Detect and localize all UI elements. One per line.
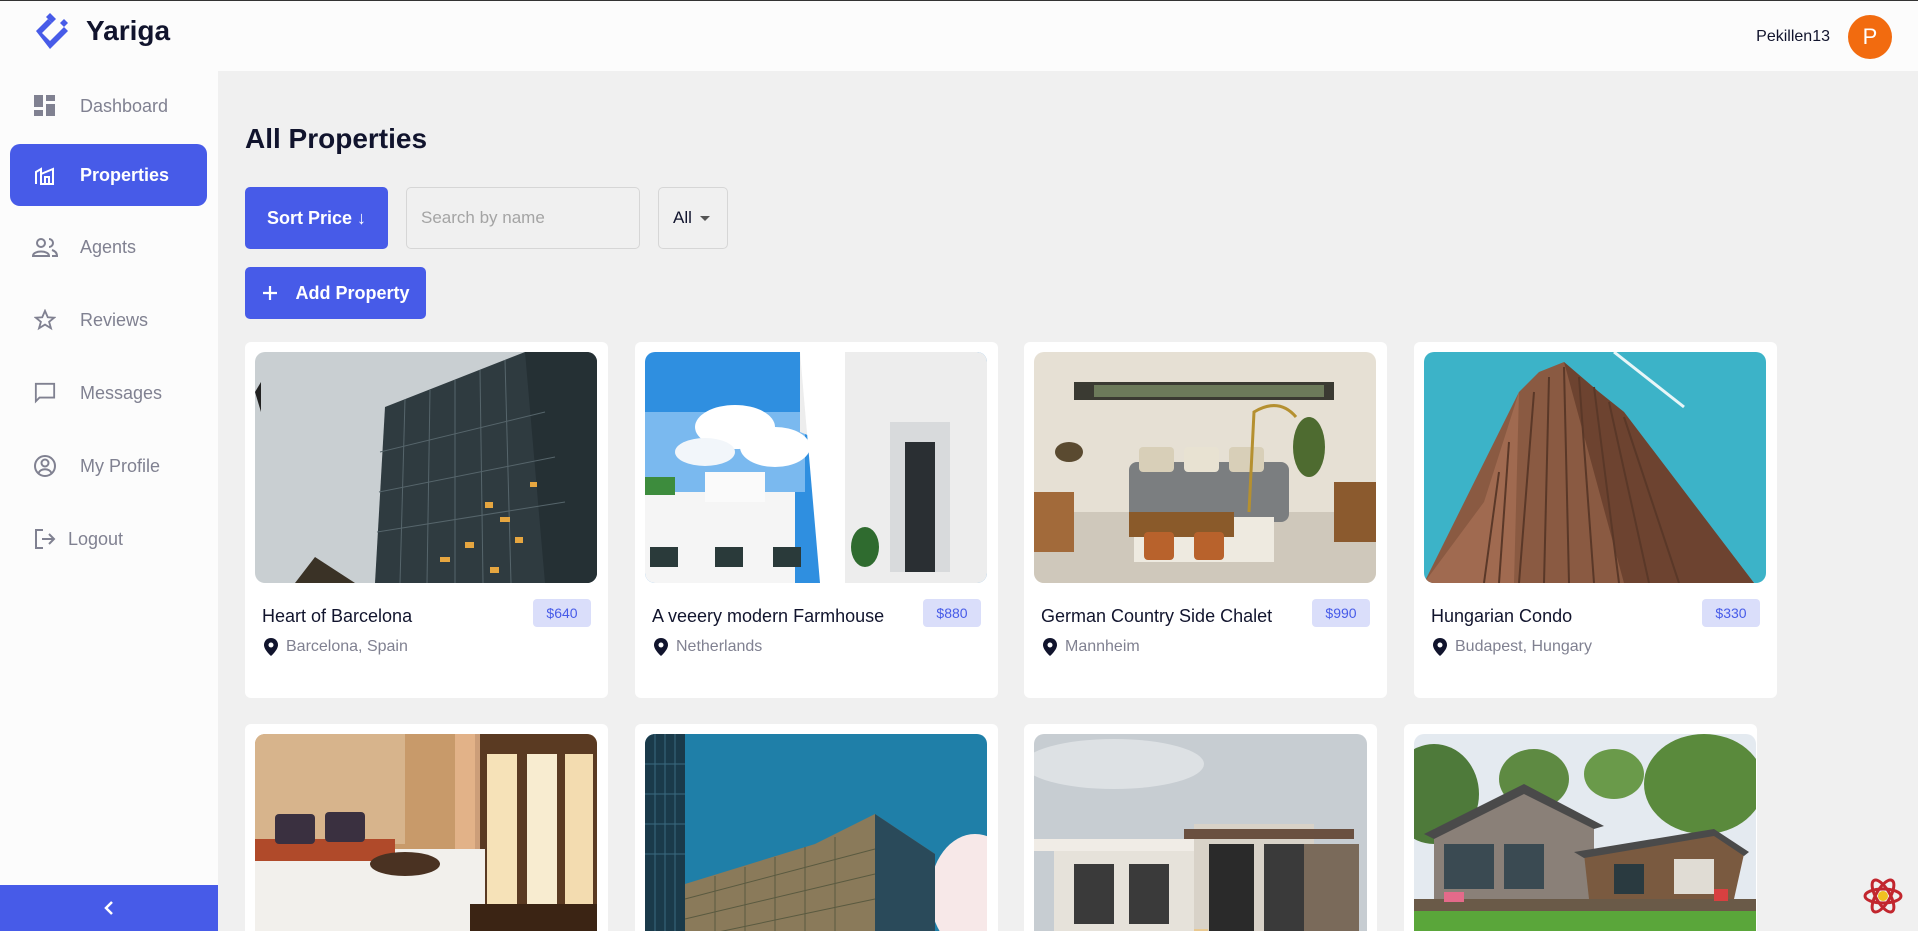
- react-devtools-icon[interactable]: [1861, 874, 1905, 918]
- location-pin-icon: [1433, 638, 1447, 656]
- location-pin-icon: [654, 638, 668, 656]
- brown-tower-photo: [1424, 352, 1766, 583]
- caret-down-icon: [699, 215, 710, 221]
- logout-icon: [32, 526, 58, 552]
- logo[interactable]: Yariga: [30, 11, 170, 51]
- dashboard-icon: [32, 93, 58, 119]
- sidebar-item-properties[interactable]: Properties: [10, 144, 207, 206]
- glass-skyscraper-photo: [255, 352, 597, 583]
- location-pin-icon: [1043, 638, 1057, 656]
- property-title: Hungarian Condo: [1431, 606, 1573, 626]
- sidebar-collapse-button[interactable]: [0, 885, 218, 931]
- property-card[interactable]: German Country Side Chalet $990 Mannheim: [1024, 342, 1387, 698]
- account-circle-icon: [32, 453, 58, 479]
- location-text: Mannheim: [1065, 638, 1140, 655]
- sidebar-item-label: Agents: [80, 236, 137, 257]
- living-room-interior-photo: [1034, 352, 1376, 583]
- add-property-button[interactable]: Add Property: [245, 267, 426, 319]
- property-title: Heart of Barcelona: [262, 606, 413, 626]
- office-tower-sky-photo: [645, 734, 987, 931]
- location-text: Barcelona, Spain: [286, 638, 408, 655]
- property-location: Netherlands: [654, 638, 762, 656]
- top-header: Yariga Pekillen13 P: [0, 0, 1918, 71]
- main-content: All Properties Sort Price ↓ All Add Prop…: [218, 71, 1918, 931]
- sidebar-item-messages[interactable]: Messages: [10, 362, 207, 424]
- sidebar-item-logout[interactable]: Logout: [10, 508, 207, 570]
- page-title: All Properties: [245, 123, 428, 154]
- location-text: Netherlands: [676, 638, 763, 655]
- sidebar-item-reviews[interactable]: Reviews: [10, 289, 207, 351]
- people-icon: [32, 234, 58, 260]
- chat-icon: [32, 380, 58, 406]
- wooden-house-garden-photo: [1414, 734, 1756, 931]
- property-card[interactable]: A veeery modern Farmhouse $880 Netherlan…: [635, 342, 998, 698]
- property-card[interactable]: Heart of Barcelona $640 Barcelona, Spain: [245, 342, 608, 698]
- search-input[interactable]: [406, 187, 640, 249]
- price-badge: $640: [533, 599, 591, 627]
- property-location: Barcelona, Spain: [264, 638, 408, 656]
- add-property-label: Add Property: [295, 282, 410, 303]
- user-name: Pekillen13: [1756, 28, 1830, 45]
- property-type-select[interactable]: All: [658, 187, 728, 249]
- price-badge: $880: [923, 599, 981, 627]
- sidebar: Dashboard Properties Agents Reviews Mess…: [0, 71, 218, 931]
- app-name: Yariga: [86, 15, 171, 46]
- property-card[interactable]: [635, 724, 998, 931]
- plus-icon: [263, 286, 278, 300]
- bedroom-interior-photo: [255, 734, 597, 931]
- property-card[interactable]: [1404, 724, 1757, 931]
- avatar[interactable]: P: [1848, 15, 1892, 59]
- sidebar-item-my-profile[interactable]: My Profile: [10, 435, 207, 497]
- property-location: Mannheim: [1043, 638, 1140, 656]
- white-building-balcony-photo: [645, 352, 987, 583]
- star-icon: [32, 307, 58, 333]
- property-card[interactable]: [1024, 724, 1377, 931]
- properties-icon: [32, 162, 58, 188]
- price-badge: $990: [1312, 599, 1370, 627]
- user-menu[interactable]: Pekillen13 P: [1756, 15, 1892, 59]
- sidebar-item-label: Logout: [68, 528, 124, 549]
- yariga-logo-icon: [36, 13, 68, 49]
- sidebar-item-dashboard[interactable]: Dashboard: [10, 75, 207, 137]
- modern-villa-photo: [1034, 734, 1367, 931]
- sidebar-item-agents[interactable]: Agents: [10, 216, 207, 278]
- property-title: A veeery modern Farmhouse: [652, 606, 885, 626]
- property-card[interactable]: Hungarian Condo $330 Budapest, Hungary: [1414, 342, 1777, 698]
- sidebar-item-label: Properties: [80, 164, 170, 185]
- select-value: All: [673, 208, 692, 227]
- location-pin-icon: [264, 638, 278, 656]
- sidebar-item-label: Reviews: [80, 309, 149, 330]
- property-title: German Country Side Chalet: [1041, 606, 1273, 626]
- sidebar-item-label: My Profile: [80, 455, 161, 476]
- chevron-left-icon: [104, 901, 113, 915]
- property-card[interactable]: [245, 724, 608, 931]
- price-badge: $330: [1702, 599, 1760, 627]
- property-location: Budapest, Hungary: [1433, 638, 1592, 656]
- sidebar-item-label: Dashboard: [80, 95, 169, 116]
- sort-price-button[interactable]: Sort Price ↓: [245, 187, 388, 249]
- location-text: Budapest, Hungary: [1455, 638, 1592, 655]
- sidebar-item-label: Messages: [80, 382, 163, 403]
